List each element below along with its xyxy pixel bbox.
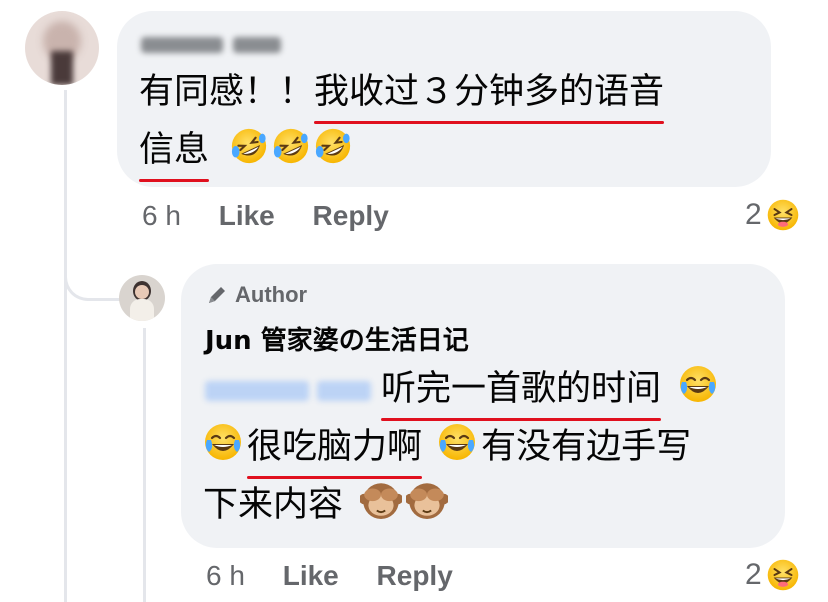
reply-bubble: Author Jun 管家婆の生活日记 听完一首歌的时间 很吃脑力啊 有没有边手… bbox=[181, 264, 785, 548]
reply-timestamp[interactable]: 6 h bbox=[206, 560, 245, 592]
comment-text: 有同感！！我收过３分钟多的语音 信息 bbox=[139, 63, 665, 182]
laughing-reaction-icon bbox=[766, 558, 800, 592]
reaction-count: 2 bbox=[745, 198, 762, 231]
comment-actions: 6 h Like Reply bbox=[142, 200, 389, 232]
reply-thread-line bbox=[143, 328, 146, 602]
author-badge-label: Author bbox=[235, 282, 308, 307]
comment-text-underlined: 信息 bbox=[139, 121, 210, 182]
pencil-icon bbox=[209, 287, 225, 303]
reply-text-underlined: 很吃脑力啊 bbox=[247, 418, 423, 479]
like-button[interactable]: Like bbox=[219, 200, 275, 232]
reaction-count: 2 bbox=[745, 558, 762, 591]
reply-text: 听完一首歌的时间 很吃脑力啊 有没有边手写 下来内容 bbox=[203, 360, 722, 534]
laughing-reaction-icon bbox=[766, 198, 800, 232]
joy-emoji-icon bbox=[678, 364, 718, 404]
thread-line-vertical bbox=[64, 90, 67, 602]
comment-text-plain: 有同感！！ bbox=[139, 72, 315, 112]
comment-bubble: 有同感！！我收过３分钟多的语音 信息 bbox=[117, 11, 771, 187]
like-button[interactable]: Like bbox=[283, 560, 339, 592]
reply-button[interactable]: Reply bbox=[313, 200, 389, 232]
author-avatar[interactable] bbox=[119, 275, 165, 321]
reaction-summary[interactable]: 2 bbox=[745, 558, 800, 592]
comment-text-underlined: 我收过３分钟多的语音 bbox=[314, 63, 665, 124]
reply-text-plain: 下来内容 bbox=[203, 485, 344, 525]
rofl-emoji-icon bbox=[314, 127, 352, 165]
joy-emoji-icon bbox=[437, 422, 477, 462]
reply-text-plain: 有没有边手写 bbox=[481, 427, 692, 467]
commenter-avatar[interactable] bbox=[25, 11, 99, 85]
reply-actions: 6 h Like Reply bbox=[206, 560, 453, 592]
rofl-emoji-icon bbox=[272, 127, 310, 165]
see-no-evil-monkey-icon bbox=[406, 478, 448, 520]
reply-button[interactable]: Reply bbox=[377, 560, 453, 592]
commenter-name-blurred[interactable] bbox=[141, 33, 281, 57]
author-name[interactable]: Jun 管家婆の生活日记 bbox=[205, 320, 469, 357]
see-no-evil-monkey-icon bbox=[360, 478, 402, 520]
joy-emoji-icon bbox=[203, 422, 243, 462]
author-badge: Author bbox=[205, 282, 307, 308]
reply-text-underlined: 听完一首歌的时间 bbox=[381, 360, 662, 421]
reaction-summary[interactable]: 2 bbox=[745, 198, 800, 232]
thread-line-branch bbox=[64, 272, 125, 301]
comment-timestamp[interactable]: 6 h bbox=[142, 200, 181, 232]
rofl-emoji-icon bbox=[230, 127, 268, 165]
